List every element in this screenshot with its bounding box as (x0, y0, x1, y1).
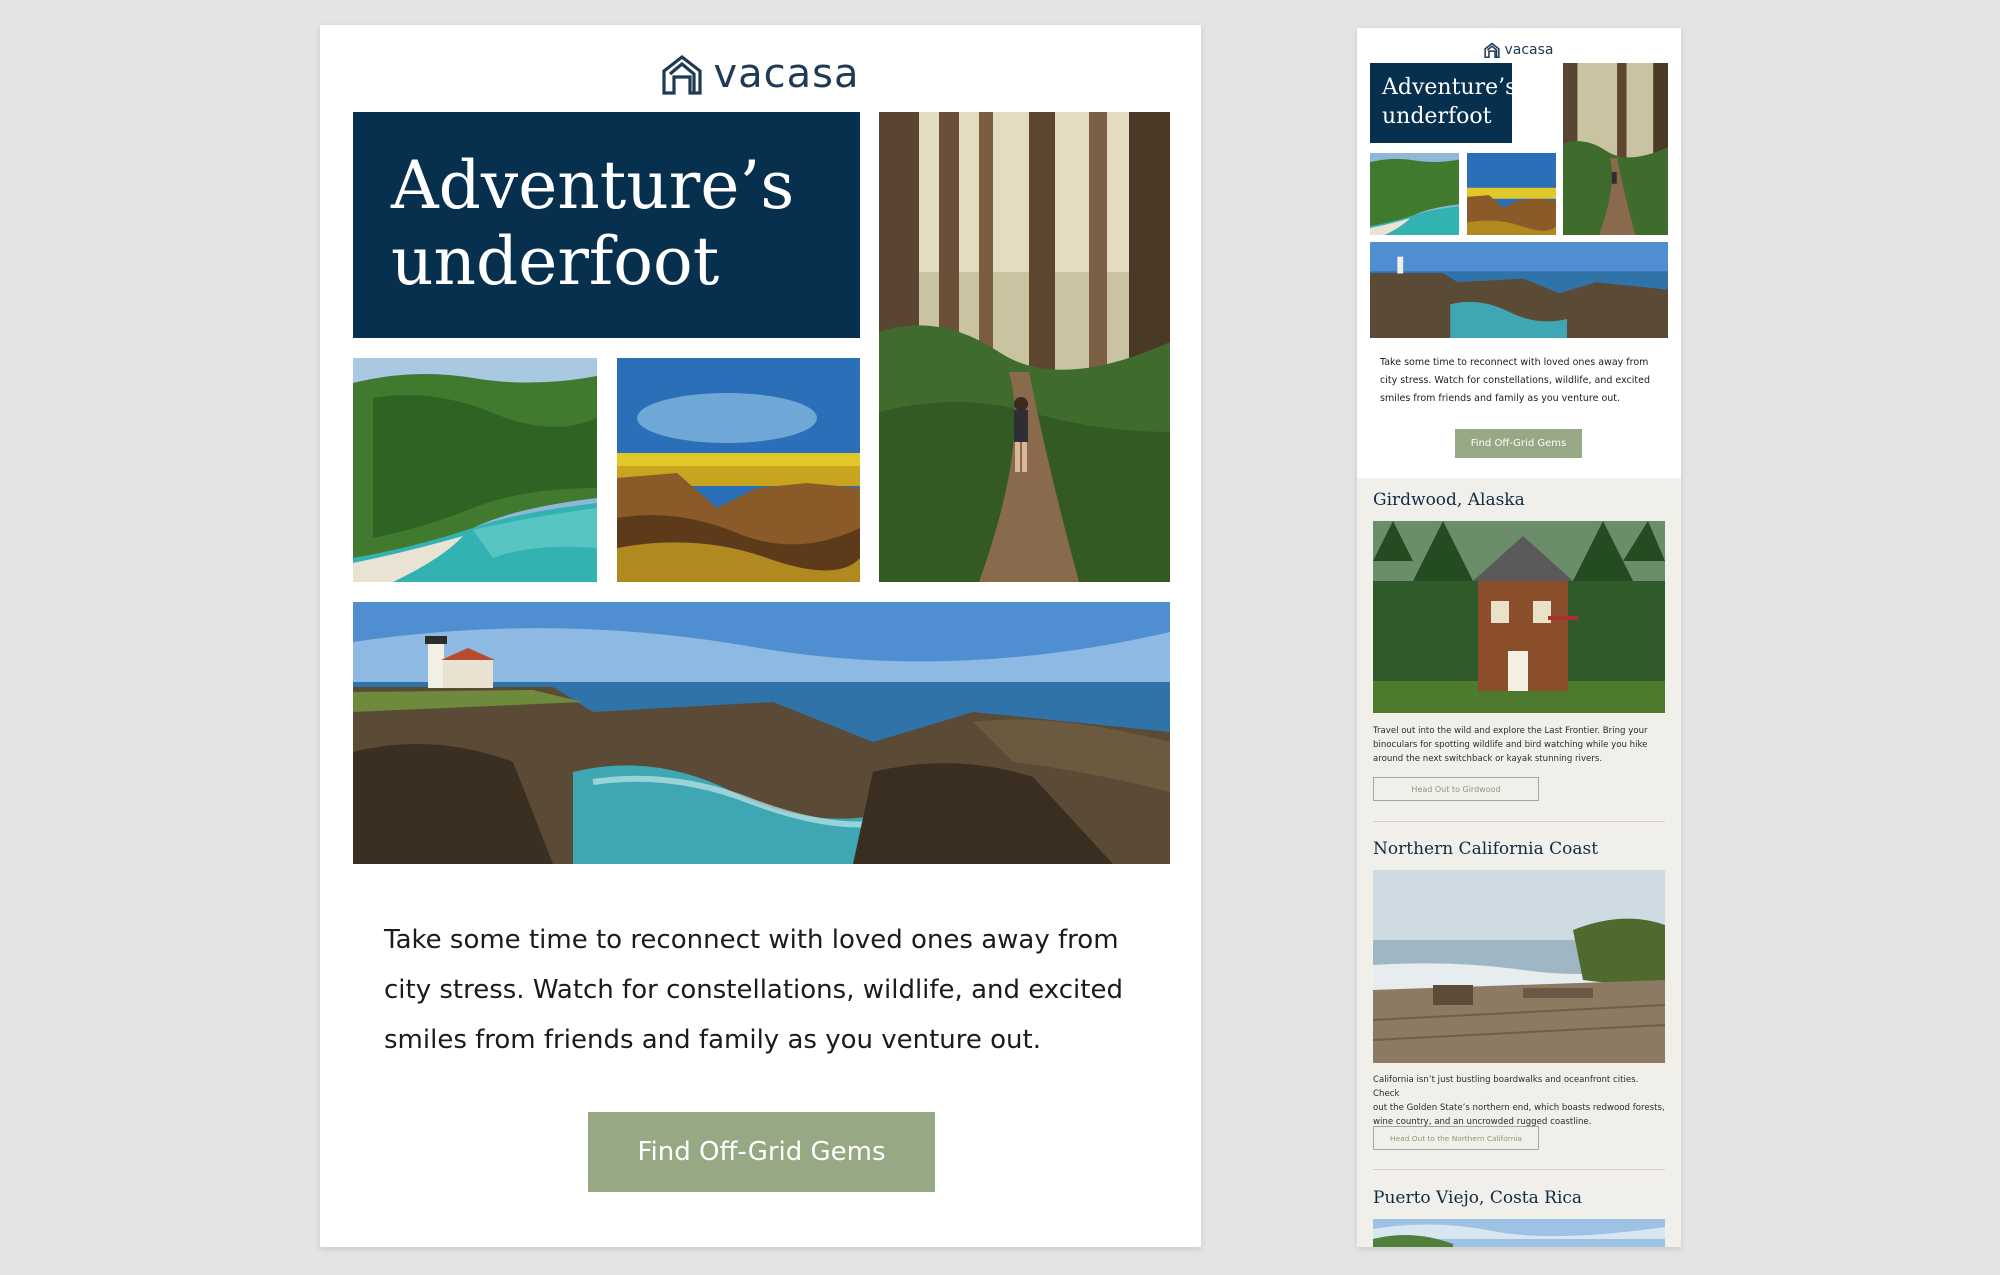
brand-name: vacasa (713, 51, 860, 97)
mobile-canyon-sunset-photo (1467, 153, 1556, 235)
mobile-hero-line2: underfoot (1382, 104, 1492, 129)
girdwood-cabin-photo (1373, 521, 1665, 713)
hero-headline-line1: Adventure’s (391, 147, 795, 224)
puerto-viejo-photo (1373, 1219, 1665, 1247)
girdwood-desc-line-1: Travel out into the wild and explore the… (1373, 726, 1648, 736)
intro-line-1: Take some time to reconnect with loved o… (384, 925, 1119, 955)
destination-title-girdwood: Girdwood, Alaska (1373, 490, 1525, 510)
house-outline-icon (661, 53, 703, 95)
girdwood-desc-line-2: binoculars for spotting wildlife and bir… (1373, 740, 1648, 750)
mobile-hero-headline-box: Adventure’s underfoot (1370, 63, 1516, 143)
intro-line-2: city stress. Watch for constellations, w… (384, 975, 1123, 1005)
section-divider (1373, 1169, 1665, 1170)
head-out-to-girdwood-button[interactable]: Head Out to Girdwood (1373, 777, 1539, 801)
girdwood-description: Travel out into the wild and explore the… (1373, 724, 1665, 766)
desktop-email-preview: vacasa Adventure’s underfoot Take some t… (320, 25, 1201, 1247)
northern-california-description: California isn’t just bustling boardwalk… (1373, 1073, 1665, 1129)
head-out-to-northern-california-button[interactable]: Head Out to the Northern California (1373, 1126, 1539, 1150)
section-divider (1373, 821, 1665, 822)
brand-logo[interactable]: vacasa (320, 45, 1201, 103)
destination-title-puerto-viejo: Puerto Viejo, Costa Rica (1373, 1188, 1583, 1208)
mobile-brand-logo[interactable]: vacasa (1357, 38, 1681, 62)
find-off-grid-gems-button[interactable]: Find Off-Grid Gems (588, 1112, 935, 1192)
lighthouse-coast-photo (353, 602, 1170, 864)
girdwood-desc-line-3: around the next switchback or kayak stun… (1373, 754, 1603, 764)
hero-headline-line2: underfoot (391, 223, 720, 300)
canyon-sunset-photo (617, 358, 860, 582)
mobile-intro-line-3: smiles from friends and family as you ve… (1380, 393, 1621, 404)
mobile-email-preview: vacasa Adventure’s underfoot Take some t… (1357, 28, 1681, 1247)
mobile-tropical-coast-photo (1370, 153, 1459, 235)
northern-california-deck-photo (1373, 870, 1665, 1063)
mobile-intro-paragraph: Take some time to reconnect with loved o… (1380, 354, 1665, 408)
hero-headline-box: Adventure’s underfoot (353, 112, 860, 338)
northern-california-desc-line-2: out the Golden State’s northern end, whi… (1373, 1103, 1665, 1113)
tropical-coast-photo (353, 358, 597, 582)
intro-paragraph: Take some time to reconnect with loved o… (384, 915, 1144, 1065)
destination-title-northern-california: Northern California Coast (1373, 839, 1599, 859)
northern-california-desc-line-1: California isn’t just bustling boardwalk… (1373, 1075, 1639, 1099)
forest-hiker-photo (879, 112, 1170, 582)
mobile-forest-hiker-photo (1563, 63, 1668, 235)
mobile-intro-line-1: Take some time to reconnect with loved o… (1380, 357, 1649, 368)
house-outline-icon (1484, 42, 1501, 58)
mobile-lighthouse-coast-photo (1370, 242, 1668, 338)
mobile-intro-line-2: city stress. Watch for constellations, w… (1380, 375, 1650, 386)
mobile-brand-name: vacasa (1504, 42, 1554, 58)
mobile-find-off-grid-gems-button[interactable]: Find Off-Grid Gems (1455, 429, 1582, 458)
mobile-hero-line1: Adventure’s (1382, 75, 1517, 100)
intro-line-3: smiles from friends and family as you ve… (384, 1025, 1041, 1055)
